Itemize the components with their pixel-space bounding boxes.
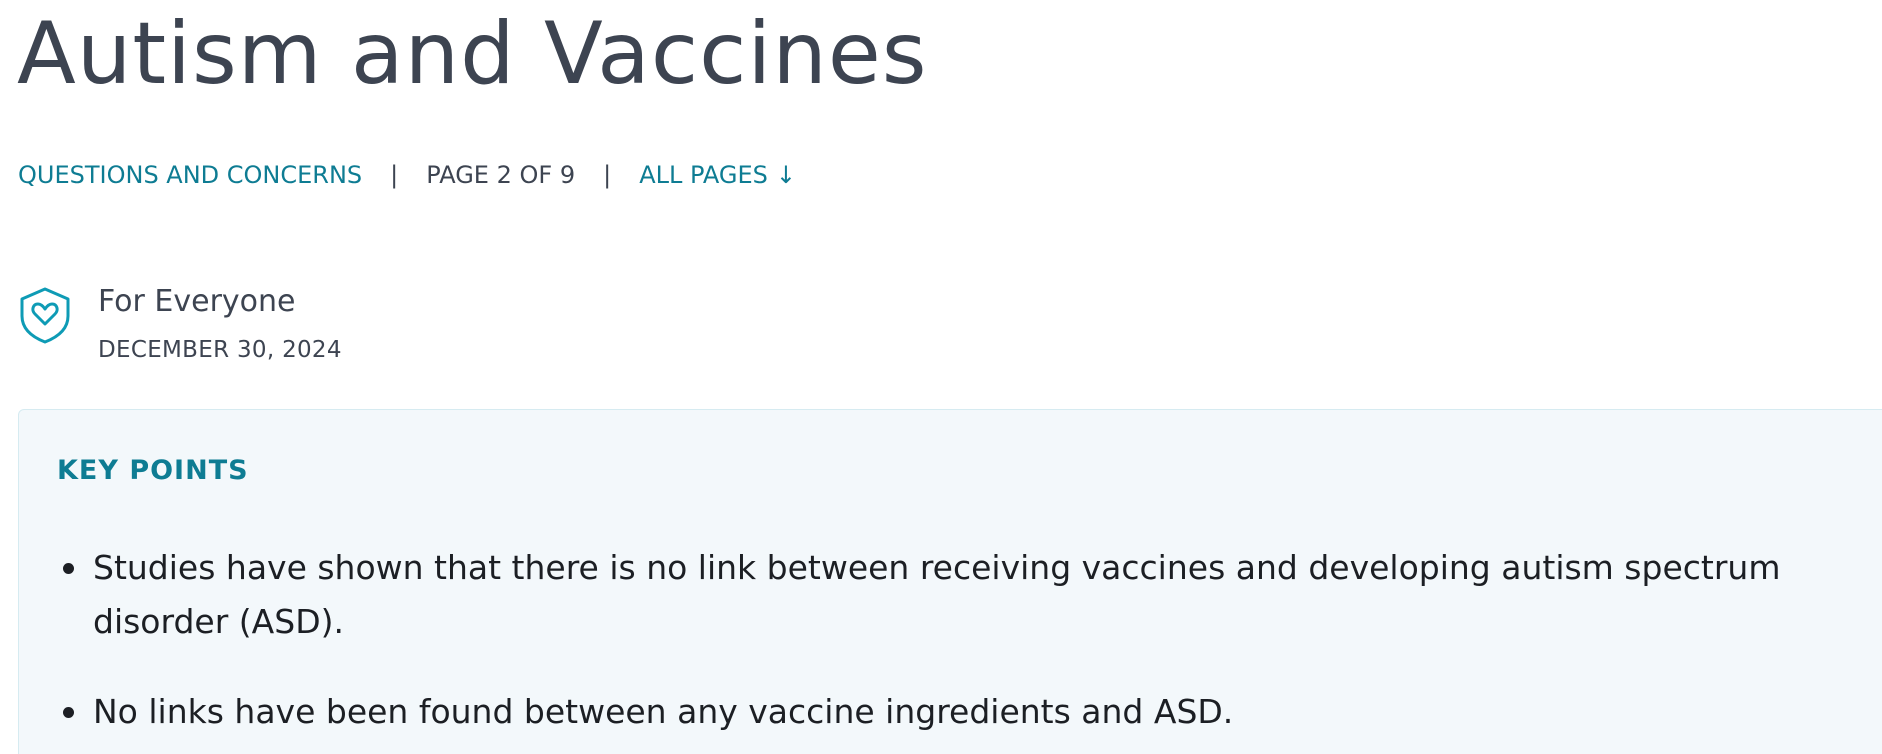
audience-label: For Everyone xyxy=(98,284,296,319)
shield-heart-icon xyxy=(20,287,70,344)
breadcrumb: QUESTIONS AND CONCERNS | PAGE 2 OF 9 | A… xyxy=(18,156,796,194)
key-point-text: Studies have shown that there is no link… xyxy=(93,548,1781,641)
page-title: Autism and Vaccines xyxy=(17,4,928,104)
bullet-icon xyxy=(63,563,74,574)
breadcrumb-questions-and-concerns-link[interactable]: QUESTIONS AND CONCERNS xyxy=(18,161,362,189)
list-item: No links have been found between any vac… xyxy=(57,685,1882,739)
arrow-down-icon: ↓ xyxy=(775,161,797,189)
key-points-callout: KEY POINTS Studies have shown that there… xyxy=(18,409,1882,754)
breadcrumb-separator: | xyxy=(390,161,399,189)
all-pages-label: ALL PAGES xyxy=(639,161,768,189)
breadcrumb-separator: | xyxy=(603,161,612,189)
list-item: Studies have shown that there is no link… xyxy=(57,541,1882,649)
page: Autism and Vaccines QUESTIONS AND CONCER… xyxy=(0,0,1882,754)
page-indicator: PAGE 2 OF 9 xyxy=(426,161,576,189)
audience-info: For Everyone DECEMBER 30, 2024 xyxy=(18,284,342,366)
key-points-heading: KEY POINTS xyxy=(57,455,249,486)
bullet-icon xyxy=(63,707,74,718)
key-points-list: Studies have shown that there is no link… xyxy=(57,541,1877,754)
publish-date: DECEMBER 30, 2024 xyxy=(98,337,342,363)
key-point-text: No links have been found between any vac… xyxy=(93,692,1234,731)
all-pages-link[interactable]: ALL PAGES ↓ xyxy=(639,161,796,189)
